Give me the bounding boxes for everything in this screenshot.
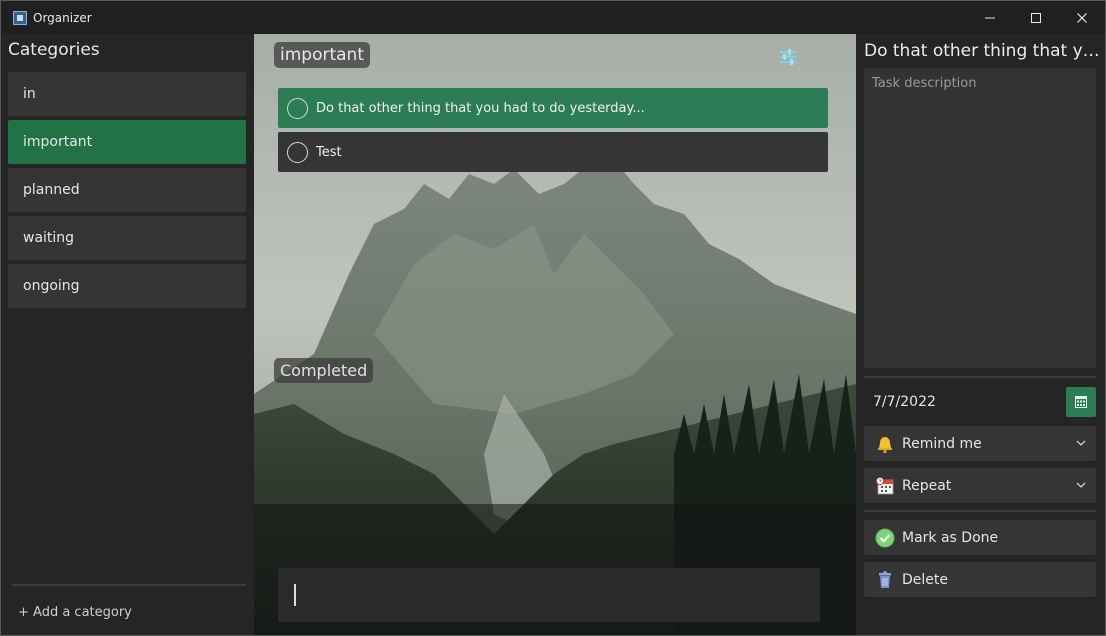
remind-me-label: Remind me bbox=[902, 435, 982, 452]
title-bar: Organizer bbox=[1, 1, 1105, 34]
check-circle-icon bbox=[874, 527, 896, 549]
bell-icon bbox=[874, 433, 896, 455]
details-divider bbox=[864, 376, 1096, 378]
task-item[interactable]: Test bbox=[278, 132, 828, 172]
categories-sidebar: Categories in important planned waiting … bbox=[2, 34, 254, 635]
task-list-panel: important Do that other thing that you h… bbox=[254, 34, 856, 635]
window-title: Organizer bbox=[33, 10, 92, 25]
task-description-field[interactable]: Task description bbox=[864, 68, 1096, 368]
category-label: ongoing bbox=[23, 278, 80, 294]
chevron-down-icon bbox=[1076, 440, 1086, 446]
chevron-down-icon bbox=[1076, 482, 1086, 488]
trash-icon bbox=[874, 569, 896, 591]
category-label: in bbox=[23, 86, 36, 102]
minimize-button[interactable] bbox=[967, 1, 1013, 34]
category-item-ongoing[interactable]: ongoing bbox=[8, 264, 246, 308]
task-checkbox[interactable] bbox=[287, 141, 308, 163]
filter-button[interactable] bbox=[776, 45, 800, 69]
task-title[interactable]: Do that other thing that you had to do y… bbox=[864, 41, 1100, 61]
actions-divider bbox=[864, 510, 1096, 512]
mark-as-done-label: Mark as Done bbox=[902, 529, 999, 546]
task-item[interactable]: Do that other thing that you had to do y… bbox=[278, 88, 828, 128]
sidebar-title: Categories bbox=[8, 40, 100, 60]
repeat-calendar-icon bbox=[874, 475, 896, 497]
category-label: important bbox=[23, 134, 93, 150]
category-item-planned[interactable]: planned bbox=[8, 168, 246, 212]
calendar-icon bbox=[1075, 396, 1087, 408]
calendar-button[interactable] bbox=[1066, 387, 1096, 417]
delete-button[interactable]: Delete bbox=[864, 562, 1096, 597]
due-date-row: 7/7/2022 bbox=[864, 386, 1096, 418]
minimize-icon bbox=[985, 17, 995, 18]
app-icon bbox=[13, 10, 27, 25]
task-list: Do that other thing that you had to do y… bbox=[278, 88, 828, 176]
repeat-dropdown[interactable]: Repeat bbox=[864, 468, 1096, 503]
category-label: waiting bbox=[23, 230, 75, 246]
sliders-icon bbox=[780, 49, 796, 65]
maximize-button[interactable] bbox=[1013, 1, 1059, 34]
description-placeholder: Task description bbox=[872, 76, 977, 91]
sidebar-divider bbox=[12, 584, 246, 586]
due-date-value[interactable]: 7/7/2022 bbox=[864, 394, 1066, 410]
text-caret bbox=[294, 584, 296, 606]
category-item-important[interactable]: important bbox=[8, 120, 246, 164]
close-icon bbox=[1077, 12, 1087, 23]
category-item-waiting[interactable]: waiting bbox=[8, 216, 246, 260]
new-task-input[interactable] bbox=[278, 568, 820, 622]
category-list: in important planned waiting ongoing bbox=[8, 72, 246, 312]
list-title: important bbox=[274, 42, 370, 68]
category-item-in[interactable]: in bbox=[8, 72, 246, 116]
window-controls bbox=[967, 1, 1105, 34]
app-window: Organizer Categories in important planne… bbox=[0, 0, 1106, 636]
mark-as-done-button[interactable]: Mark as Done bbox=[864, 520, 1096, 555]
completed-section-header[interactable]: Completed bbox=[274, 358, 374, 383]
repeat-label: Repeat bbox=[902, 477, 952, 494]
task-label: Do that other thing that you had to do y… bbox=[316, 100, 645, 116]
maximize-icon bbox=[1031, 12, 1041, 23]
remind-me-dropdown[interactable]: Remind me bbox=[864, 426, 1096, 461]
close-button[interactable] bbox=[1059, 1, 1105, 34]
add-category-button[interactable]: + Add a category bbox=[18, 605, 132, 620]
category-label: planned bbox=[23, 182, 80, 198]
task-checkbox[interactable] bbox=[287, 97, 308, 119]
task-details-panel: Do that other thing that you had to do y… bbox=[856, 34, 1105, 635]
task-label: Test bbox=[316, 144, 342, 160]
delete-label: Delete bbox=[902, 571, 948, 588]
